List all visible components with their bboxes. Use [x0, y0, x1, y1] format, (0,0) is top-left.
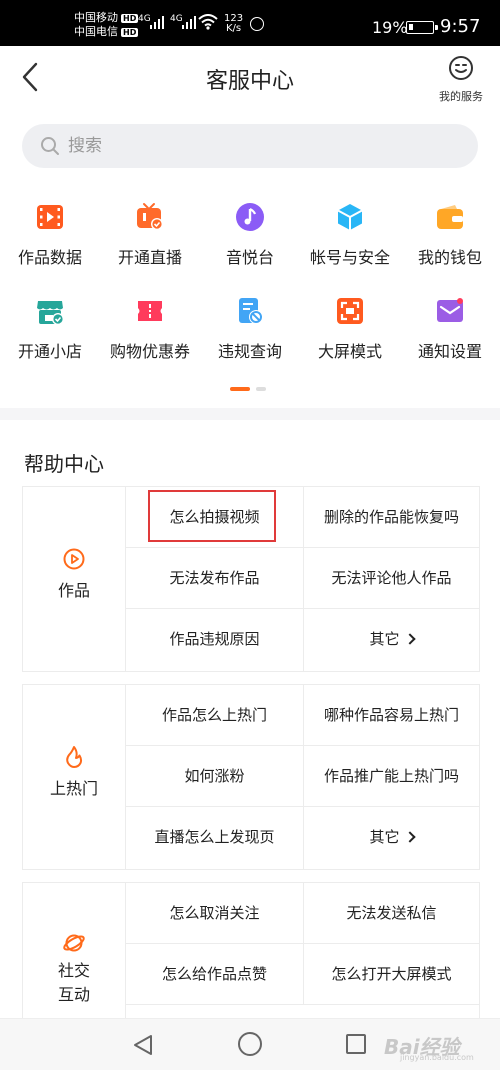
- wallet-icon: [437, 205, 463, 229]
- hd-badge: HD: [121, 13, 139, 23]
- help-card-social: 社交 互动 怎么取消关注 无法发送私信 怎么给作品点赞 怎么打开大屏模式: [22, 882, 480, 1023]
- nav-back-icon[interactable]: [132, 1033, 154, 1057]
- search-icon: [41, 137, 59, 155]
- entry-violation-query[interactable]: 违规查询: [200, 296, 300, 362]
- my-service-button[interactable]: 我的服务: [434, 54, 488, 104]
- flame-icon: [66, 746, 83, 768]
- mail-icon: [437, 298, 463, 322]
- quick-entry-panel: 作品数据 开通直播 音悦台 帐号与安全 我的: [0, 108, 500, 408]
- category-trending[interactable]: 上热门: [23, 685, 126, 869]
- question-item[interactable]: 怎么给作品点赞: [126, 944, 304, 1005]
- entry-account-security[interactable]: 帐号与安全: [300, 202, 400, 268]
- entry-music-stage[interactable]: 音悦台: [200, 202, 300, 268]
- my-service-label: 我的服务: [439, 90, 483, 103]
- entry-open-live[interactable]: 开通直播: [100, 202, 200, 268]
- page-indicator: [230, 387, 270, 391]
- question-item[interactable]: 无法发布作品: [126, 548, 304, 609]
- carrier-info: 中国移动 HD 中国电信 HD: [74, 11, 139, 39]
- shop-icon: [37, 301, 64, 325]
- more-questions-link[interactable]: 其它: [304, 807, 479, 869]
- chevron-right-icon: [403, 633, 416, 645]
- question-item[interactable]: 作品违规原因: [126, 609, 304, 671]
- search-bar[interactable]: [22, 124, 478, 168]
- question-item[interactable]: 无法评论他人作品: [304, 548, 479, 609]
- question-item[interactable]: 删除的作品能恢复吗: [304, 487, 479, 548]
- more-questions-link[interactable]: 其它: [304, 609, 479, 671]
- highlight-box: [148, 490, 276, 542]
- carrier-2: 中国电信: [74, 25, 118, 38]
- battery-icon: [406, 21, 438, 34]
- entry-notification-settings[interactable]: 通知设置: [400, 296, 500, 362]
- live-tv-icon: [137, 203, 163, 230]
- status-bar: 中国移动 HD 中国电信 HD 4G 4G 123 K/s 19% 9:57: [0, 0, 500, 46]
- question-item[interactable]: 直播怎么上发现页: [126, 807, 304, 869]
- chevron-right-icon: [403, 831, 416, 843]
- network-type-1: 4G: [138, 14, 151, 24]
- question-item[interactable]: 如何涨粉: [126, 746, 304, 807]
- entry-wallet[interactable]: 我的钱包: [400, 202, 500, 268]
- category-name: 社交 互动: [57, 961, 90, 1004]
- entry-big-screen-mode[interactable]: 大屏模式: [300, 296, 400, 362]
- planet-icon: [63, 934, 85, 952]
- hd-badge: HD: [121, 27, 139, 37]
- category-social[interactable]: 社交 互动: [23, 883, 126, 1023]
- help-center-title: 帮助中心: [24, 452, 104, 476]
- service-face-icon: [449, 56, 473, 80]
- battery-percent: 19%: [372, 18, 408, 37]
- question-item[interactable]: 作品怎么上热门: [126, 685, 304, 746]
- page-dot-active: [230, 387, 250, 391]
- wifi-icon: [198, 14, 218, 30]
- play-circle-icon: [63, 548, 85, 570]
- header: 客服中心 我的服务: [0, 46, 500, 108]
- question-item[interactable]: 作品推广能上热门吗: [304, 746, 479, 807]
- question-item[interactable]: 无法发送私信: [304, 883, 479, 944]
- question-item[interactable]: 哪种作品容易上热门: [304, 685, 479, 746]
- entry-video-data[interactable]: 作品数据: [0, 202, 100, 268]
- category-name: 作品: [57, 581, 90, 600]
- network-speed: 123 K/s: [224, 13, 244, 34]
- network-type-2: 4G: [170, 14, 183, 24]
- category-works[interactable]: 作品: [23, 487, 126, 671]
- signal-bars-icon: [150, 16, 164, 29]
- coupon-icon: [138, 301, 162, 321]
- system-nav-bar: Bai经验 jingyan.baidu.com: [0, 1018, 500, 1070]
- category-name: 上热门: [49, 779, 98, 798]
- question-item[interactable]: 怎么打开大屏模式: [304, 944, 479, 1005]
- page-dot: [256, 387, 266, 391]
- watermark-url: jingyan.baidu.com: [400, 1053, 474, 1062]
- help-card-trending: 上热门 作品怎么上热门 哪种作品容易上热门 如何涨粉 作品推广能上热门吗 直播怎…: [22, 684, 480, 870]
- fullscreen-icon: [337, 298, 363, 324]
- help-center: 帮助中心 作品 怎么拍摄视频 删除的作品能恢复吗 无法发布作品 无法评论他人作品…: [0, 420, 500, 1023]
- cube-icon: [337, 204, 363, 230]
- search-input[interactable]: [68, 124, 448, 168]
- clock: 9:57: [440, 16, 481, 37]
- page-title: 客服中心: [205, 69, 294, 94]
- nav-home-icon[interactable]: [238, 1032, 262, 1056]
- signal-bars-icon: [182, 16, 196, 29]
- document-forbidden-icon: [239, 298, 263, 324]
- smiley-icon: [250, 17, 264, 31]
- question-item[interactable]: 怎么取消关注: [126, 883, 304, 944]
- entry-shopping-coupon[interactable]: 购物优惠券: [100, 296, 200, 362]
- video-data-icon: [37, 205, 63, 229]
- carrier-1: 中国移动: [74, 11, 118, 24]
- entry-open-shop[interactable]: 开通小店: [0, 296, 100, 362]
- music-note-icon: [236, 203, 264, 231]
- nav-recent-apps-icon[interactable]: [346, 1034, 366, 1054]
